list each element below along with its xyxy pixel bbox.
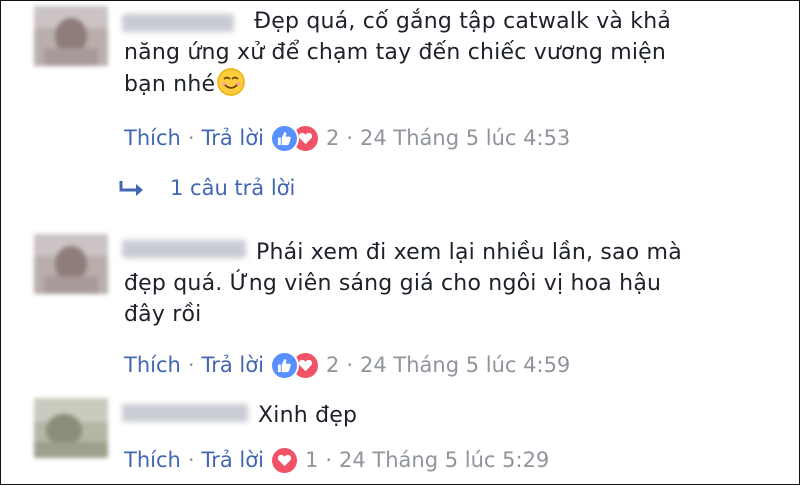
comment-actions: Thích · Trả lời 1 · 24 Tháng 5 lúc 5:29 (124, 445, 549, 475)
smiling-face-icon (217, 68, 246, 96)
comment-line: đây rồi (124, 302, 202, 327)
timestamp[interactable]: 24 Tháng 5 lúc 5:29 (339, 448, 549, 472)
heart-icon (269, 445, 299, 475)
comment-text: Đẹp quá, cố gắng tập catwalk và khả năng… (124, 6, 671, 100)
reaction-count[interactable]: 1 (305, 448, 318, 472)
reply-link[interactable]: Trả lời (202, 353, 264, 377)
comment-actions: Thích · Trả lời 2 · 24 Tháng 5 lúc 4:59 (124, 350, 570, 380)
avatar[interactable] (34, 6, 108, 66)
like-link[interactable]: Thích (124, 126, 181, 150)
separator: · (325, 448, 333, 472)
comment-text: Xinh đẹp (124, 400, 357, 431)
reply-link[interactable]: Trả lời (202, 448, 264, 472)
separator: · (187, 448, 195, 472)
view-replies-link[interactable]: 1 câu trả lời (118, 176, 295, 200)
timestamp[interactable]: 24 Tháng 5 lúc 4:53 (360, 126, 570, 150)
comment-actions: Thích · Trả lời 2 · 24 Tháng 5 lúc 4:53 (124, 123, 570, 153)
comment-text: Phái xem đi xem lại nhiều lần, sao mà đẹ… (124, 237, 682, 330)
like-link[interactable]: Thích (124, 448, 181, 472)
replies-count-label[interactable]: 1 câu trả lời (170, 176, 295, 200)
comment-line: Xinh đẹp (258, 403, 358, 428)
reactions[interactable] (269, 445, 299, 475)
thumbs-up-icon (269, 123, 299, 153)
separator: · (187, 126, 195, 150)
avatar[interactable] (34, 234, 108, 294)
reaction-count[interactable]: 2 (326, 126, 339, 150)
reaction-count[interactable]: 2 (326, 353, 339, 377)
comment-line: Phái xem đi xem lại nhiều lần, sao mà (256, 240, 682, 265)
reactions[interactable] (269, 350, 320, 380)
comment-line: Đẹp quá, cố gắng tập catwalk và khả (254, 9, 672, 34)
reactions[interactable] (269, 123, 320, 153)
separator: · (346, 353, 354, 377)
like-link[interactable]: Thích (124, 353, 181, 377)
thumbs-up-icon (269, 350, 299, 380)
separator: · (346, 126, 354, 150)
avatar[interactable] (34, 398, 108, 458)
reply-arrow-icon (119, 181, 143, 196)
timestamp[interactable]: 24 Tháng 5 lúc 4:59 (360, 353, 570, 377)
reply-link[interactable]: Trả lời (202, 126, 264, 150)
comment-line: bạn nhé (124, 72, 216, 97)
separator: · (187, 353, 195, 377)
comment-line: đẹp quá. Ứng viên sáng giá cho ngôi vị h… (124, 271, 662, 296)
comment-line: năng ứng xử để chạm tay đến chiếc vương … (124, 40, 667, 65)
